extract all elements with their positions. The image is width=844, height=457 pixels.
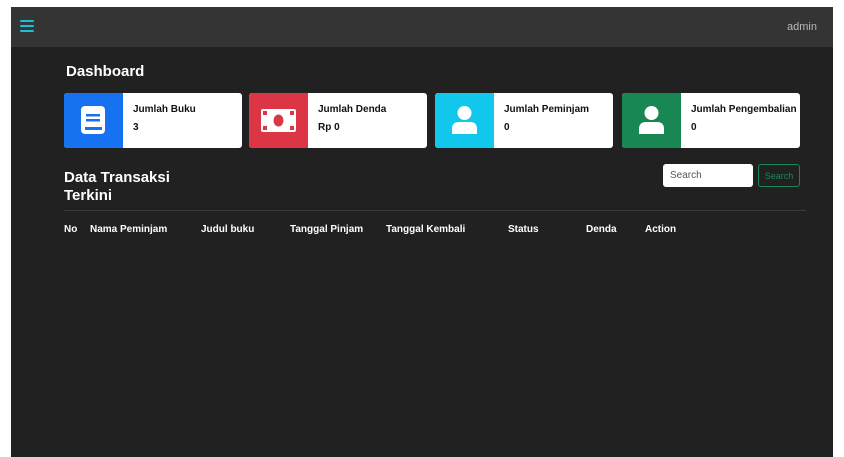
stat-value: Rp 0 bbox=[318, 122, 340, 133]
search-button[interactable]: Search bbox=[758, 164, 800, 187]
column-header-tanggal-pinjam: Tanggal Pinjam bbox=[290, 224, 364, 235]
column-header-denda: Denda bbox=[586, 224, 617, 235]
stat-icon-box bbox=[435, 93, 494, 148]
user-icon bbox=[639, 106, 664, 134]
column-header-status: Status bbox=[508, 224, 539, 235]
search-input[interactable] bbox=[663, 164, 753, 187]
stat-card-pengembalian: Jumlah Pengembalian 0 bbox=[622, 93, 800, 148]
page-title: Dashboard bbox=[66, 63, 145, 80]
divider bbox=[64, 210, 806, 211]
stat-card-peminjam: Jumlah Peminjam 0 bbox=[435, 93, 613, 148]
stat-icon-box bbox=[249, 93, 308, 148]
hamburger-menu-icon[interactable] bbox=[20, 20, 34, 34]
column-header-tanggal-kembali: Tanggal Kembali bbox=[386, 224, 466, 235]
stat-label: Jumlah Denda bbox=[318, 104, 387, 115]
column-header-no: No bbox=[64, 224, 78, 235]
app-window: admin Dashboard Jumlah Buku 3 Jumlah Den… bbox=[11, 7, 833, 457]
stat-label: Jumlah Buku bbox=[133, 104, 196, 115]
user-menu[interactable]: admin bbox=[787, 21, 817, 33]
stat-value: 0 bbox=[504, 122, 510, 133]
stat-card-buku: Jumlah Buku 3 bbox=[64, 93, 242, 148]
stat-value: 3 bbox=[133, 122, 139, 133]
stat-label: Jumlah Peminjam bbox=[504, 104, 590, 115]
user-icon bbox=[452, 106, 477, 134]
stat-icon-box bbox=[622, 93, 681, 148]
money-icon bbox=[261, 109, 296, 132]
top-navbar: admin bbox=[11, 7, 833, 47]
stat-value: 0 bbox=[691, 122, 697, 133]
book-icon bbox=[81, 106, 105, 134]
column-header-action: Action bbox=[645, 224, 677, 235]
stat-label: Jumlah Pengembalian bbox=[691, 104, 797, 115]
column-header-judul-buku: Judul buku bbox=[201, 224, 255, 235]
stat-card-denda: Jumlah Denda Rp 0 bbox=[249, 93, 427, 148]
stat-icon-box bbox=[64, 93, 123, 148]
column-header-nama-peminjam: Nama Peminjam bbox=[90, 224, 168, 235]
section-title: Data Transaksi Terkini bbox=[64, 169, 170, 204]
